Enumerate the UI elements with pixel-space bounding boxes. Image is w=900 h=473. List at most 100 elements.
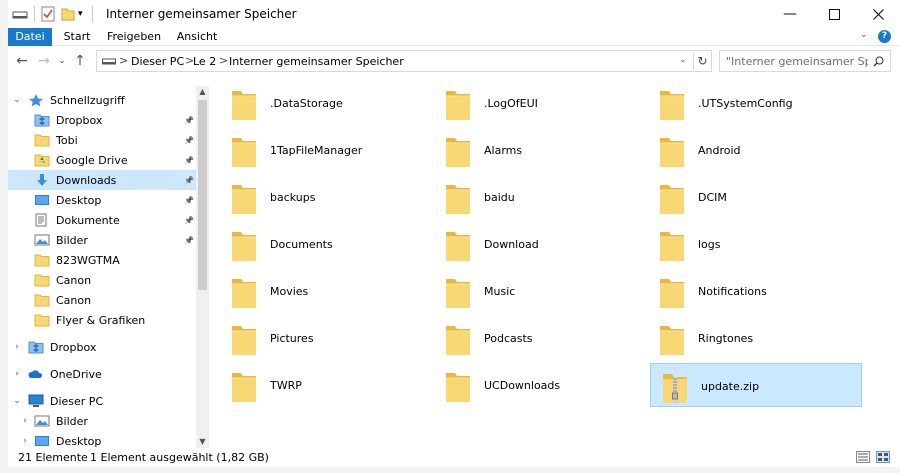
folder-item[interactable]: .DataStorage: [220, 81, 432, 125]
folder-item[interactable]: UCDownloads: [434, 363, 646, 407]
tab-ansicht[interactable]: Ansicht: [172, 28, 222, 46]
refresh-icon: ↻: [697, 54, 708, 68]
folder-item[interactable]: Documents: [220, 222, 432, 266]
large-icons-view-button[interactable]: [876, 451, 890, 463]
nav-item-schnellzugriff[interactable]: ⌄ Schnellzugriff: [8, 90, 196, 110]
folder-item[interactable]: 1TapFileManager: [220, 128, 432, 172]
address-bar[interactable]: > Dieser PC > Le 2 > Interner gemeinsame…: [96, 50, 712, 72]
file-name: Documents: [270, 238, 333, 251]
folder-item[interactable]: TWRP: [220, 363, 432, 407]
nav-item-bilder[interactable]: Bilder 📌: [8, 230, 196, 250]
nav-item-bilder[interactable]: › Bilder: [8, 411, 196, 431]
breadcrumb-dieser-pc[interactable]: Dieser PC: [131, 55, 184, 68]
folder-icon: [658, 323, 686, 357]
details-view-button[interactable]: [856, 451, 870, 463]
up-button[interactable]: ↑: [70, 51, 90, 71]
folder-item[interactable]: Music: [434, 269, 646, 313]
folder-item[interactable]: Ringtones: [648, 316, 860, 360]
folder-icon: [34, 293, 50, 307]
nav-item-dropbox[interactable]: › Dropbox: [8, 337, 196, 357]
nav-item-label: Dokumente: [56, 213, 120, 227]
folder-icon: [230, 276, 258, 310]
folder-item[interactable]: logs: [648, 222, 860, 266]
minimize-button[interactable]: —: [768, 0, 812, 28]
folder-item[interactable]: backups: [220, 175, 432, 219]
tab-datei[interactable]: Datei: [8, 28, 52, 46]
documents-icon: [34, 213, 50, 227]
nav-item-label: 823WGTMA: [56, 253, 120, 267]
breadcrumb-current-folder[interactable]: Interner gemeinsamer Speicher: [229, 55, 404, 68]
scrollbar-thumb[interactable]: [198, 100, 207, 290]
nav-item-canon[interactable]: Canon: [8, 270, 196, 290]
chevron-down-icon: ⌄: [679, 55, 687, 65]
nav-item-label: Canon: [56, 273, 92, 287]
nav-item-onedrive[interactable]: › OneDrive: [8, 364, 196, 384]
folder-item[interactable]: Movies: [220, 269, 432, 313]
nav-item-tobi[interactable]: Tobi 📌: [8, 130, 196, 150]
nav-item-823wgtma[interactable]: 823WGTMA: [8, 250, 196, 270]
properties-button[interactable]: [40, 6, 56, 22]
nav-item-label: Dropbox: [56, 113, 103, 127]
recent-locations-button[interactable]: ⌄: [52, 51, 72, 71]
nav-item-dokumente[interactable]: Dokumente 📌: [8, 210, 196, 230]
nav-item-flyer-grafiken[interactable]: Flyer & Grafiken: [8, 310, 196, 330]
file-name: TWRP: [270, 379, 302, 392]
expand-chevron-icon[interactable]: ›: [12, 369, 22, 379]
expand-chevron-icon[interactable]: ›: [12, 342, 22, 352]
nav-item-dropbox[interactable]: Dropbox 📌: [8, 110, 196, 130]
nav-item-google-drive[interactable]: Google Drive 📌: [8, 150, 196, 170]
search-icon: [873, 56, 884, 67]
folder-icon: [230, 323, 258, 357]
folder-item[interactable]: Pictures: [220, 316, 432, 360]
file-name: Android: [698, 144, 741, 157]
folder-item[interactable]: Alarms: [434, 128, 646, 172]
help-icon: ?: [881, 31, 888, 41]
breadcrumb-separator: >: [119, 54, 129, 67]
scroll-down-button[interactable]: ▼: [196, 436, 209, 448]
folder-item[interactable]: Podcasts: [434, 316, 646, 360]
customize-toolbar-button[interactable]: ▾: [78, 6, 83, 22]
folder-item[interactable]: DCIM: [648, 175, 860, 219]
close-button[interactable]: [856, 0, 900, 28]
forward-button[interactable]: →: [34, 51, 54, 71]
scroll-up-button[interactable]: ▲: [196, 86, 209, 98]
navigation-pane-scrollbar[interactable]: ▲ ▼: [196, 86, 209, 448]
folder-item[interactable]: baidu: [434, 175, 646, 219]
tab-start[interactable]: Start: [60, 28, 94, 46]
new-folder-button[interactable]: [60, 6, 76, 22]
search-input[interactable]: [726, 52, 868, 70]
folder-item[interactable]: .LogOfEUI: [434, 81, 646, 125]
folder-item[interactable]: .UTSystemConfig: [648, 81, 860, 125]
folder-item[interactable]: Download: [434, 222, 646, 266]
expand-chevron-icon[interactable]: ›: [20, 416, 30, 426]
nav-item-canon[interactable]: Canon: [8, 290, 196, 310]
navigation-pane: ⌄ Schnellzugriff Dropbox 📌 Tobi 📌 Google Drive…: [8, 86, 208, 448]
help-button[interactable]: ?: [878, 30, 891, 43]
collapse-chevron-icon[interactable]: ⌄: [12, 95, 22, 105]
window-bottom-edge: [0, 467, 900, 473]
back-button[interactable]: ←: [12, 51, 32, 71]
chevron-down-icon: ⌄: [58, 56, 66, 66]
folder-icon: [230, 370, 258, 404]
address-dropdown-button[interactable]: ⌄: [679, 55, 687, 65]
folder-item[interactable]: Android: [648, 128, 860, 172]
breadcrumb-le-2[interactable]: Le 2: [193, 55, 216, 68]
collapse-chevron-icon[interactable]: ⌄: [12, 396, 22, 406]
nav-item-desktop[interactable]: Desktop 📌: [8, 190, 196, 210]
nav-item-downloads[interactable]: Downloads 📌: [8, 170, 196, 190]
refresh-button[interactable]: ↻: [693, 52, 711, 70]
expand-ribbon-button[interactable]: ⌄: [860, 30, 868, 40]
quick-access-toolbar: [12, 6, 28, 22]
pin-icon: 📌: [184, 235, 194, 245]
expand-chevron-icon[interactable]: ›: [20, 436, 30, 446]
maximize-button[interactable]: [812, 0, 856, 28]
folder-icon: [230, 88, 258, 122]
nav-item-desktop[interactable]: › Desktop: [8, 431, 196, 448]
zip-file-item[interactable]: update.zip: [650, 363, 862, 407]
nav-item-dieser-pc[interactable]: ⌄ Dieser PC: [8, 391, 196, 411]
folder-item[interactable]: Notifications: [648, 269, 860, 313]
device-icon: [102, 58, 116, 65]
title-bar: ▾ Interner gemeinsamer Speicher —: [8, 0, 900, 28]
tab-freigeben[interactable]: Freigeben: [104, 28, 164, 46]
search-box[interactable]: [719, 50, 891, 72]
